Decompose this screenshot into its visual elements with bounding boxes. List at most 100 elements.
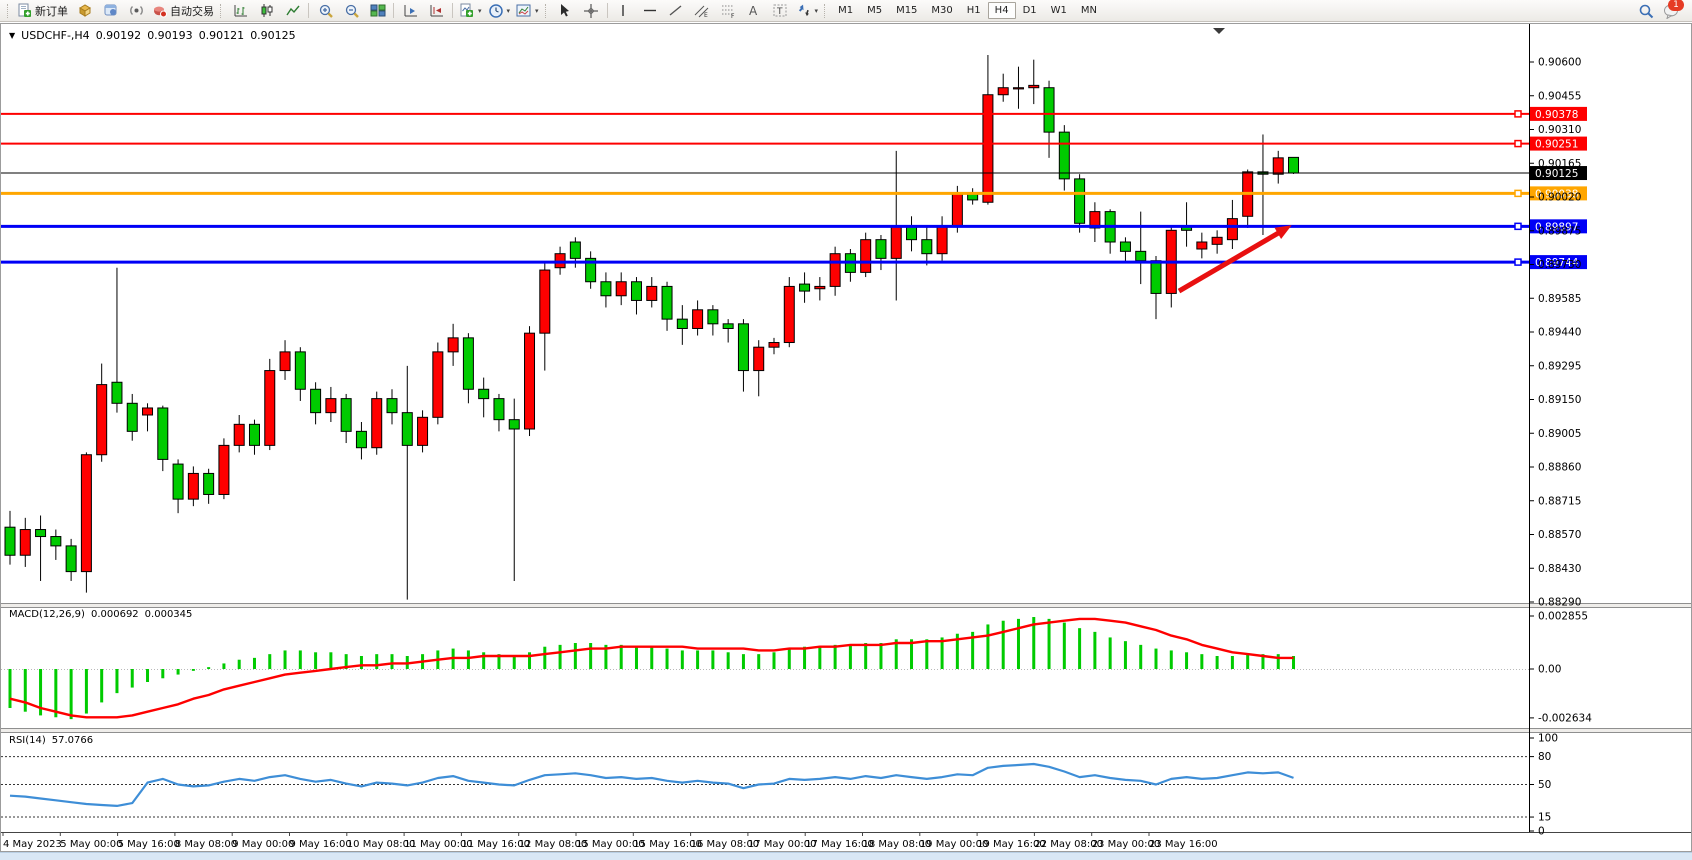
auto-trading-label: 自动交易 bbox=[170, 3, 214, 19]
templates-dropdown[interactable]: ▾ bbox=[535, 7, 539, 15]
timeframe-h4-button[interactable]: H4 bbox=[988, 2, 1016, 19]
auto-trading-button[interactable]: 自动交易 bbox=[149, 1, 217, 21]
candle-bear bbox=[387, 399, 397, 413]
timeframe-m15-button[interactable]: M15 bbox=[889, 2, 924, 19]
navigator-button[interactable] bbox=[97, 1, 123, 21]
horizontal-line-icon bbox=[642, 3, 657, 18]
periods-button[interactable]: ▾ bbox=[485, 1, 514, 21]
new-chart-button[interactable]: ▾ bbox=[456, 1, 485, 21]
candle-bull bbox=[937, 226, 947, 254]
candle-bear bbox=[708, 310, 718, 324]
macd-bar bbox=[650, 647, 653, 669]
macd-value-signal: 0.000345 bbox=[145, 609, 193, 620]
candle-bull bbox=[188, 473, 198, 499]
candle-bear bbox=[356, 431, 366, 447]
equidistant-channel-button[interactable]: E bbox=[689, 1, 715, 21]
macd-bar bbox=[513, 656, 516, 669]
toolbar-drag-handle[interactable] bbox=[7, 4, 11, 18]
macd-bar bbox=[1002, 621, 1005, 669]
group-handle-tools bbox=[545, 4, 549, 18]
price-axis-tick: 0.88430 bbox=[1538, 563, 1581, 575]
macd-bar bbox=[284, 650, 287, 669]
line-chart-type-button[interactable] bbox=[279, 1, 305, 21]
macd-bar bbox=[1139, 645, 1142, 669]
new-order-button[interactable]: 新订单 bbox=[14, 1, 71, 21]
group-handle-charttype bbox=[220, 4, 224, 18]
symbol-dropdown-icon[interactable]: ▼ bbox=[9, 31, 15, 40]
chart-shift-button[interactable] bbox=[423, 1, 449, 21]
macd-bar bbox=[360, 656, 363, 669]
candle-bear bbox=[509, 420, 519, 429]
trendline-button[interactable] bbox=[663, 1, 689, 21]
chart-window[interactable]: ▼ USDCHF-,H4 0.90192 0.90193 0.90121 0.9… bbox=[0, 23, 1692, 852]
level-line-handle bbox=[1515, 190, 1521, 196]
line-chart-icon bbox=[285, 3, 300, 18]
candle-bear bbox=[463, 338, 473, 389]
arrows-dropdown[interactable]: ▾ bbox=[815, 7, 819, 15]
timeframe-mn-button[interactable]: MN bbox=[1074, 2, 1104, 19]
vertical-line-button[interactable] bbox=[611, 1, 637, 21]
timeframe-m30-button[interactable]: M30 bbox=[924, 2, 959, 19]
text-button[interactable]: A bbox=[741, 1, 767, 21]
auto-scroll-button[interactable] bbox=[397, 1, 423, 21]
new-chart-dropdown[interactable]: ▾ bbox=[478, 7, 482, 15]
chart-title: ▼ USDCHF-,H4 0.90192 0.90193 0.90121 0.9… bbox=[9, 29, 296, 42]
chart-canvas[interactable]: 0.0028550.00-0.00263410080501500.903780.… bbox=[1, 24, 1691, 851]
candle-bear bbox=[1044, 88, 1054, 132]
market-watch-button[interactable] bbox=[71, 1, 97, 21]
time-axis-label: 5 May 16:00 bbox=[118, 839, 180, 850]
macd-bar bbox=[1185, 652, 1188, 669]
toolbar-separator-4 bbox=[607, 3, 608, 18]
price-axis-tick: 0.88715 bbox=[1538, 495, 1581, 507]
horizontal-line-button[interactable] bbox=[637, 1, 663, 21]
zoom-out-icon bbox=[344, 3, 359, 18]
macd-bar bbox=[482, 652, 485, 669]
timeframe-h1-button[interactable]: H1 bbox=[960, 2, 988, 19]
crosshair-button[interactable] bbox=[578, 1, 604, 21]
chat-icon[interactable]: 1 bbox=[1663, 3, 1678, 18]
tile-windows-button[interactable] bbox=[364, 1, 390, 21]
timeframe-w1-button[interactable]: W1 bbox=[1044, 2, 1074, 19]
candle-bear bbox=[662, 286, 672, 319]
level-line-handle bbox=[1515, 259, 1521, 265]
templates-button[interactable]: ▾ bbox=[513, 1, 542, 21]
trendline-icon bbox=[668, 3, 683, 18]
bar-chart-type-button[interactable] bbox=[227, 1, 253, 21]
timeframe-d1-button[interactable]: D1 bbox=[1016, 2, 1044, 19]
new-order-icon bbox=[17, 3, 32, 18]
ohlc-open: 0.90192 bbox=[96, 29, 142, 42]
signals-icon bbox=[129, 3, 144, 18]
macd-bar bbox=[131, 669, 134, 688]
search-icon[interactable] bbox=[1638, 3, 1653, 18]
zoom-out-button[interactable] bbox=[338, 1, 364, 21]
toolbar-separator-1 bbox=[308, 3, 309, 18]
candle-bull bbox=[326, 399, 336, 413]
candle-bear bbox=[494, 399, 504, 420]
bar-chart-icon bbox=[233, 3, 248, 18]
signals-button[interactable] bbox=[123, 1, 149, 21]
macd-bar bbox=[299, 650, 302, 669]
macd-bar bbox=[711, 650, 714, 669]
macd-bar bbox=[849, 645, 852, 669]
svg-text:A: A bbox=[749, 4, 758, 18]
zoom-in-button[interactable] bbox=[312, 1, 338, 21]
text-label-button[interactable]: T bbox=[767, 1, 793, 21]
candle-bear bbox=[311, 389, 321, 412]
macd-bar bbox=[467, 650, 470, 669]
time-axis-label: 8 May 08:00 bbox=[175, 839, 237, 850]
new-chart-icon bbox=[459, 3, 474, 18]
navigator-icon bbox=[103, 3, 118, 18]
arrows-button[interactable]: ▾ bbox=[793, 1, 822, 21]
fibonacci-icon: F bbox=[720, 3, 735, 18]
candlestick-type-button[interactable] bbox=[253, 1, 279, 21]
macd-bar bbox=[1170, 650, 1173, 669]
periods-dropdown[interactable]: ▾ bbox=[507, 7, 511, 15]
cursor-button[interactable] bbox=[552, 1, 578, 21]
timeframe-m1-button[interactable]: M1 bbox=[831, 2, 860, 19]
macd-bar bbox=[391, 654, 394, 669]
fibonacci-button[interactable]: F bbox=[715, 1, 741, 21]
macd-bar bbox=[666, 649, 669, 669]
macd-value-main: 0.000692 bbox=[91, 609, 139, 620]
price-axis-tick: 0.90600 bbox=[1538, 57, 1581, 69]
timeframe-m5-button[interactable]: M5 bbox=[860, 2, 889, 19]
